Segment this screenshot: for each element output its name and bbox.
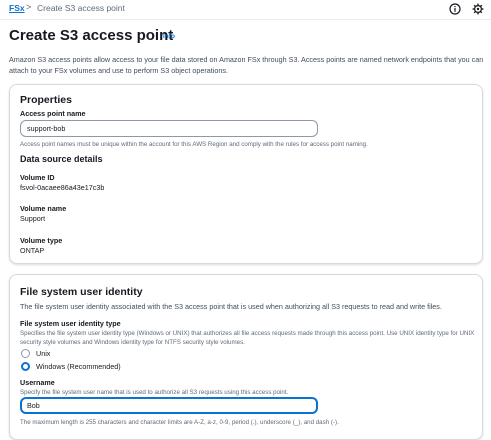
access-point-name-hint: Access point names must be unique within… <box>20 141 368 148</box>
radio-windows-button[interactable] <box>21 361 30 371</box>
username-hint: Specify the file system user name that i… <box>20 389 289 396</box>
settings-gear-icon[interactable] <box>472 3 484 15</box>
data-source-heading: Data source details <box>20 154 103 164</box>
volume-name-value: Support <box>20 214 46 223</box>
breadcrumb-separator: > <box>26 2 32 12</box>
volume-type-value: ONTAP <box>20 246 45 255</box>
properties-panel: Properties Access point name support-bob… <box>9 84 483 264</box>
volume-id-label: Volume ID <box>20 173 55 182</box>
username-label: Username <box>20 378 55 387</box>
volume-name-label: Volume name <box>20 204 67 213</box>
access-point-name-input[interactable]: support-bob <box>20 120 318 137</box>
identity-type-label: File system user identity type <box>20 319 121 328</box>
volume-id-value: fsvol-0acaee86a43e17c3b <box>20 183 105 192</box>
user-identity-panel: File system user identity The file syste… <box>9 274 483 440</box>
radio-option-unix[interactable]: Unix <box>21 348 50 358</box>
volume-type-label: Volume type <box>20 236 63 245</box>
user-identity-heading: File system user identity <box>20 286 143 298</box>
info-circle-icon[interactable] <box>449 3 461 15</box>
radio-unix-button[interactable] <box>21 348 30 358</box>
username-constraint: The maximum length is 255 characters and… <box>20 419 339 426</box>
identity-type-hint: Specifies the file system user identity … <box>20 330 475 346</box>
properties-heading: Properties <box>20 94 72 106</box>
page-description: Amazon S3 access points allow access to … <box>9 55 484 75</box>
info-link[interactable]: Info <box>163 33 175 40</box>
breadcrumb-current: Create S3 access point <box>37 3 125 13</box>
radio-unix-label[interactable]: Unix <box>36 349 50 358</box>
top-bar: FSx > Create S3 access point <box>0 0 491 20</box>
user-identity-description: The file system user identity associated… <box>20 302 442 311</box>
radio-option-windows[interactable]: Windows (Recommended) <box>21 361 121 371</box>
breadcrumb-fsx-link[interactable]: FSx <box>9 3 25 13</box>
radio-windows-label[interactable]: Windows (Recommended) <box>36 362 121 371</box>
username-input[interactable]: Bob <box>20 397 318 414</box>
page-title: Create S3 access point <box>9 27 174 44</box>
access-point-name-label: Access point name <box>20 109 86 118</box>
